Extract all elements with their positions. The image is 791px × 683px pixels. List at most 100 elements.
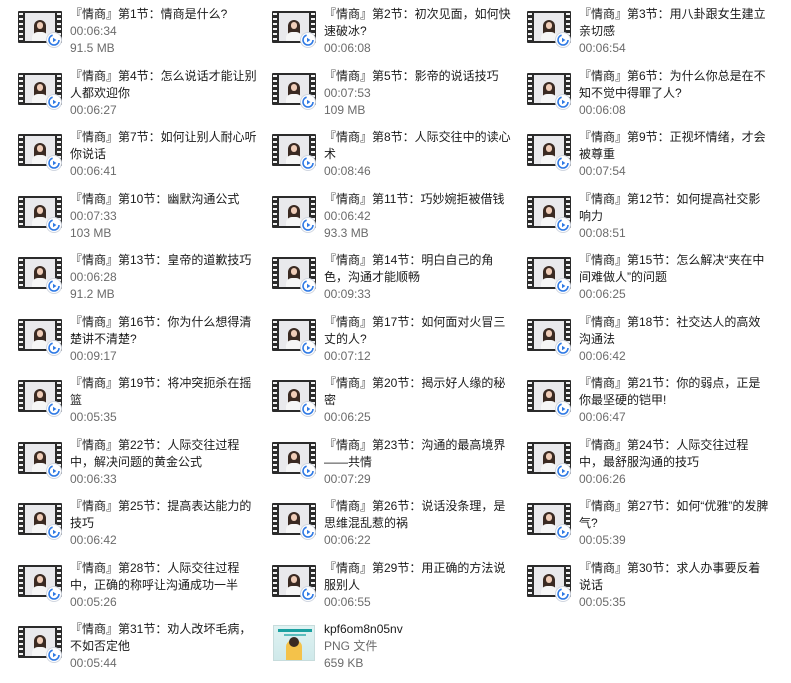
file-name: 『情商』第18节：社交达人的高效沟通法 <box>579 314 761 346</box>
png-preview-icon <box>273 625 315 661</box>
file-meta: 『情商』第1节：情商是什么? 00:06:34 91.5 MB <box>70 6 260 57</box>
file-item-video[interactable]: 『情商』第28节：人际交往过程中，正确的称呼让沟通成功一半 00:05:26 <box>16 560 266 618</box>
file-item-video[interactable]: 『情商』第9节：正视坏情绪，才会被尊重 00:07:54 <box>525 129 775 187</box>
file-meta: kpf6om8n05nv PNG 文件 659 KB <box>324 621 514 672</box>
file-item-video[interactable]: 『情商』第31节：劝人改坏毛病，不如否定他 00:05:44 <box>16 621 266 679</box>
media-player-badge-icon <box>46 585 62 602</box>
file-name: 『情商』第4节：怎么说话才能让别人都欢迎你 <box>70 68 257 100</box>
file-meta: 『情商』第2节：初次见面，如何快速破冰? 00:06:08 <box>324 6 514 57</box>
image-thumbnail <box>270 623 318 663</box>
file-meta: 『情商』第22节：人际交往过程中，解决问题的黄金公式 00:06:33 <box>70 437 260 488</box>
file-name: 『情商』第7节：如何让别人耐心听你说话 <box>70 130 257 161</box>
file-item-video[interactable]: 『情商』第3节：用八卦跟女生建立亲切感 00:06:54 <box>525 6 775 64</box>
media-player-badge-icon <box>555 278 571 294</box>
file-name: 『情商』第12节：如何提高社交影响力 <box>579 191 761 223</box>
file-name: 『情商』第20节：揭示好人缘的秘密 <box>324 376 506 407</box>
file-name: 『情商』第16节：你为什么想得清楚讲不清楚? <box>70 314 252 346</box>
file-item-video[interactable]: 『情商』第15节：怎么解决“夹在中间难做人”的问题 00:06:25 <box>525 252 775 310</box>
file-duration: 00:06:28 <box>70 270 117 284</box>
file-item-video[interactable]: 『情商』第6节：为什么你总是在不知不觉中得罪了人? 00:06:08 <box>525 68 775 126</box>
media-player-badge-icon <box>300 216 316 233</box>
video-thumbnail <box>270 254 318 294</box>
file-duration: 00:05:35 <box>70 410 117 424</box>
file-duration: 00:06:54 <box>579 41 626 55</box>
file-item-video[interactable]: 『情商』第29节：用正确的方法说服别人 00:06:55 <box>270 560 520 618</box>
media-player-badge-icon <box>555 93 571 110</box>
file-item-video[interactable]: 『情商』第11节：巧妙婉拒被借钱 00:06:42 93.3 MB <box>270 191 520 249</box>
video-thumbnail <box>16 562 64 602</box>
media-player-badge-icon <box>46 32 62 48</box>
file-item-video[interactable]: 『情商』第8节：人际交往中的读心术 00:08:46 <box>270 129 520 187</box>
file-item-video[interactable]: 『情商』第21节：你的弱点，正是你最坚硬的铠甲! 00:06:47 <box>525 375 775 433</box>
video-thumbnail <box>525 70 573 110</box>
file-duration: 00:08:46 <box>324 164 371 178</box>
file-item-image[interactable]: kpf6om8n05nv PNG 文件 659 KB <box>270 621 520 679</box>
video-thumbnail <box>16 377 64 417</box>
file-duration: 00:06:25 <box>579 287 626 301</box>
file-duration: 00:07:33 <box>70 208 117 223</box>
file-duration: 00:06:34 <box>70 24 117 38</box>
file-name: 『情商』第28节：人际交往过程中，正确的称呼让沟通成功一半 <box>70 560 240 592</box>
file-duration: 00:07:53 <box>324 85 371 100</box>
video-thumbnail <box>270 500 318 540</box>
media-player-badge-icon <box>300 524 316 540</box>
file-item-video[interactable]: 『情商』第17节：如何面对火冒三丈的人? 00:07:12 <box>270 314 520 372</box>
file-item-video[interactable]: 『情商』第12节：如何提高社交影响力 00:08:51 <box>525 191 775 249</box>
file-item-video[interactable]: 『情商』第7节：如何让别人耐心听你说话 00:06:41 <box>16 129 266 187</box>
video-thumbnail <box>525 254 573 294</box>
file-meta: 『情商』第14节：明白自己的角色，沟通才能顺畅 00:09:33 <box>324 252 514 303</box>
file-meta: 『情商』第31节：劝人改坏毛病，不如否定他 00:05:44 <box>70 621 260 672</box>
file-duration: 00:06:42 <box>324 208 371 223</box>
file-item-video[interactable]: 『情商』第13节：皇帝的道歉技巧 00:06:28 91.2 MB <box>16 252 266 310</box>
media-player-badge-icon <box>300 93 316 110</box>
file-size: 91.5 MB <box>70 41 115 55</box>
video-thumbnail <box>525 8 573 48</box>
file-name: 『情商』第29节：用正确的方法说服别人 <box>324 560 506 592</box>
file-duration: 00:06:26 <box>579 471 626 486</box>
file-meta: 『情商』第5节：影帝的说话技巧 00:07:53 109 MB <box>324 68 514 119</box>
file-size: 93.3 MB <box>324 225 369 240</box>
file-item-video[interactable]: 『情商』第10节：幽默沟通公式 00:07:33 103 MB <box>16 191 266 249</box>
file-item-video[interactable]: 『情商』第20节：揭示好人缘的秘密 00:06:25 <box>270 375 520 433</box>
media-player-badge-icon <box>555 401 571 417</box>
file-item-video[interactable]: 『情商』第30节：求人办事要反着说话 00:05:35 <box>525 560 775 618</box>
file-item-video[interactable]: 『情商』第1节：情商是什么? 00:06:34 91.5 MB <box>16 6 266 64</box>
file-item-video[interactable]: 『情商』第19节：将冲突扼杀在摇篮 00:05:35 <box>16 375 266 433</box>
file-item-video[interactable]: 『情商』第16节：你为什么想得清楚讲不清楚? 00:09:17 <box>16 314 266 372</box>
media-player-badge-icon <box>300 585 316 602</box>
file-item-video[interactable]: 『情商』第4节：怎么说话才能让别人都欢迎你 00:06:27 <box>16 68 266 126</box>
file-meta: 『情商』第27节：如何“优雅”的发脾气? 00:05:39 <box>579 498 769 549</box>
file-grid: 『情商』第1节：情商是什么? 00:06:34 91.5 MB 『情商』第2节：初次见… <box>0 0 791 683</box>
file-meta: 『情商』第28节：人际交往过程中，正确的称呼让沟通成功一半 00:05:26 <box>70 560 260 611</box>
media-player-badge-icon <box>555 216 571 233</box>
file-meta: 『情商』第17节：如何面对火冒三丈的人? 00:07:12 <box>324 314 514 365</box>
file-item-video[interactable]: 『情商』第24节：人际交往过程中，最舒服沟通的技巧 00:06:26 <box>525 437 775 495</box>
file-name: 『情商』第15节：怎么解决“夹在中间难做人”的问题 <box>579 253 765 284</box>
file-meta: 『情商』第30节：求人办事要反着说话 00:05:35 <box>579 560 769 611</box>
file-name: 『情商』第14节：明白自己的角色，沟通才能顺畅 <box>324 253 494 284</box>
video-thumbnail <box>270 70 318 110</box>
video-thumbnail <box>525 377 573 417</box>
file-duration: 00:06:42 <box>70 533 117 547</box>
video-thumbnail <box>16 623 64 663</box>
file-item-video[interactable]: 『情商』第5节：影帝的说话技巧 00:07:53 109 MB <box>270 68 520 126</box>
video-thumbnail <box>16 316 64 356</box>
file-item-video[interactable]: 『情商』第23节：沟通的最高境界——共情 00:07:29 <box>270 437 520 495</box>
media-player-badge-icon <box>46 93 62 110</box>
file-item-video[interactable]: 『情商』第22节：人际交往过程中，解决问题的黄金公式 00:06:33 <box>16 437 266 495</box>
file-name: 『情商』第24节：人际交往过程中，最舒服沟通的技巧 <box>579 437 749 469</box>
file-duration: 00:07:29 <box>324 471 371 486</box>
file-item-video[interactable]: 『情商』第14节：明白自己的角色，沟通才能顺畅 00:09:33 <box>270 252 520 310</box>
file-item-video[interactable]: 『情商』第18节：社交达人的高效沟通法 00:06:42 <box>525 314 775 372</box>
file-duration: 00:05:26 <box>70 594 117 609</box>
file-item-video[interactable]: 『情商』第2节：初次见面，如何快速破冰? 00:06:08 <box>270 6 520 64</box>
file-meta: 『情商』第15节：怎么解决“夹在中间难做人”的问题 00:06:25 <box>579 252 769 303</box>
file-meta: 『情商』第26节：说话没条理，是思维混乱惹的祸 00:06:22 <box>324 498 514 549</box>
file-meta: 『情商』第16节：你为什么想得清楚讲不清楚? 00:09:17 <box>70 314 260 365</box>
file-item-video[interactable]: 『情商』第27节：如何“优雅”的发脾气? 00:05:39 <box>525 498 775 556</box>
file-item-video[interactable]: 『情商』第26节：说话没条理，是思维混乱惹的祸 00:06:22 <box>270 498 520 556</box>
file-name: 『情商』第23节：沟通的最高境界——共情 <box>324 437 506 469</box>
file-item-video[interactable]: 『情商』第25节：提高表达能力的技巧 00:06:42 <box>16 498 266 556</box>
file-duration: 00:05:39 <box>579 533 626 547</box>
file-type: PNG 文件 <box>324 639 378 653</box>
